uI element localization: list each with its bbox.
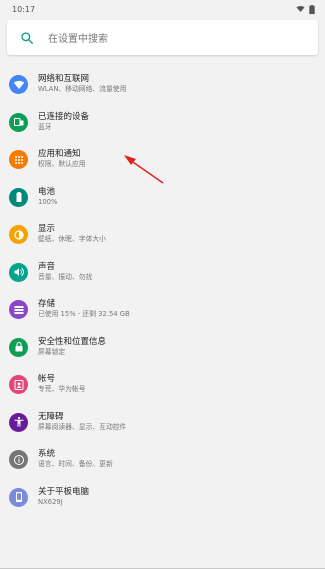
settings-item-accessibility[interactable]: 无障碍 屏幕阅读器、显示、互动控件	[0, 404, 325, 442]
settings-item-security-location[interactable]: 安全性和位置信息 屏幕锁定	[0, 329, 325, 367]
settings-item-network[interactable]: 网络和互联网 WLAN、移动网络、流量使用	[0, 66, 325, 104]
settings-item-system[interactable]: 系统 语言、时间、备份、更新	[0, 441, 325, 479]
settings-item-sound[interactable]: 声音 音量、振动、勿扰	[0, 254, 325, 292]
volume-icon	[9, 262, 28, 282]
settings-item-about-tablet[interactable]: 关于平板电脑 NX629J	[0, 479, 325, 517]
item-title: 系统	[38, 449, 56, 460]
settings-item-display[interactable]: 显示 壁纸、休眠、字体大小	[0, 216, 325, 254]
item-subtitle: WLAN、移动网络、流量使用	[38, 85, 127, 94]
settings-item-storage[interactable]: 存储 已使用 15% - 还剩 32.54 GB	[0, 291, 325, 329]
wifi-icon	[9, 75, 28, 95]
search-bar[interactable]: 在设置中搜索	[7, 20, 318, 55]
item-title: 安全性和位置信息	[38, 336, 107, 347]
battery-status-icon	[309, 4, 315, 14]
devices-icon	[9, 112, 28, 132]
wifi-signal-icon	[296, 6, 305, 12]
status-time: 10:17	[12, 4, 36, 14]
item-subtitle: 壁纸、休眠、字体大小	[38, 235, 106, 244]
storage-icon	[9, 300, 28, 320]
brightness-icon	[9, 225, 28, 245]
item-title: 电池	[38, 186, 56, 197]
item-subtitle: NX629J	[38, 497, 63, 506]
settings-item-battery[interactable]: 电池 100%	[0, 179, 325, 217]
item-subtitle: 蓝牙	[38, 122, 52, 131]
lock-icon	[9, 337, 28, 357]
item-subtitle: 屏幕锁定	[38, 347, 66, 356]
battery-icon	[9, 187, 28, 207]
item-subtitle: 语言、时间、备份、更新	[38, 460, 113, 469]
item-title: 存储	[38, 299, 56, 310]
item-subtitle: 权限、默认应用	[38, 160, 86, 169]
status-icons	[296, 4, 315, 14]
item-title: 应用和通知	[38, 149, 81, 160]
account-icon	[9, 375, 28, 395]
item-title: 显示	[38, 224, 56, 235]
status-bar: 10:17	[0, 0, 325, 18]
accessibility-icon	[9, 412, 28, 432]
search-icon	[21, 31, 33, 44]
item-title: 无障碍	[38, 411, 64, 422]
settings-item-accounts[interactable]: 帐号 专荒、华为帐号	[0, 366, 325, 404]
item-title: 帐号	[38, 374, 56, 385]
item-subtitle: 专荒、华为帐号	[38, 385, 86, 394]
item-subtitle: 已使用 15% - 还剩 32.54 GB	[38, 310, 130, 319]
apps-icon	[9, 150, 28, 170]
item-title: 关于平板电脑	[38, 486, 90, 497]
item-title: 已连接的设备	[38, 111, 90, 122]
item-title: 网络和互联网	[38, 74, 90, 85]
item-title: 声音	[38, 261, 56, 272]
info-icon	[9, 450, 28, 470]
item-subtitle: 音量、振动、勿扰	[38, 272, 93, 281]
settings-item-apps-notifications[interactable]: 应用和通知 权限、默认应用	[0, 141, 325, 179]
search-placeholder: 在设置中搜索	[48, 34, 108, 45]
item-subtitle: 屏幕阅读器、显示、互动控件	[38, 422, 127, 431]
settings-list: 网络和互联网 WLAN、移动网络、流量使用 已连接的设备 蓝牙 应用和通知 权限…	[0, 66, 325, 516]
settings-item-connected-devices[interactable]: 已连接的设备 蓝牙	[0, 104, 325, 142]
item-subtitle: 100%	[38, 197, 58, 206]
tablet-icon	[9, 487, 28, 507]
